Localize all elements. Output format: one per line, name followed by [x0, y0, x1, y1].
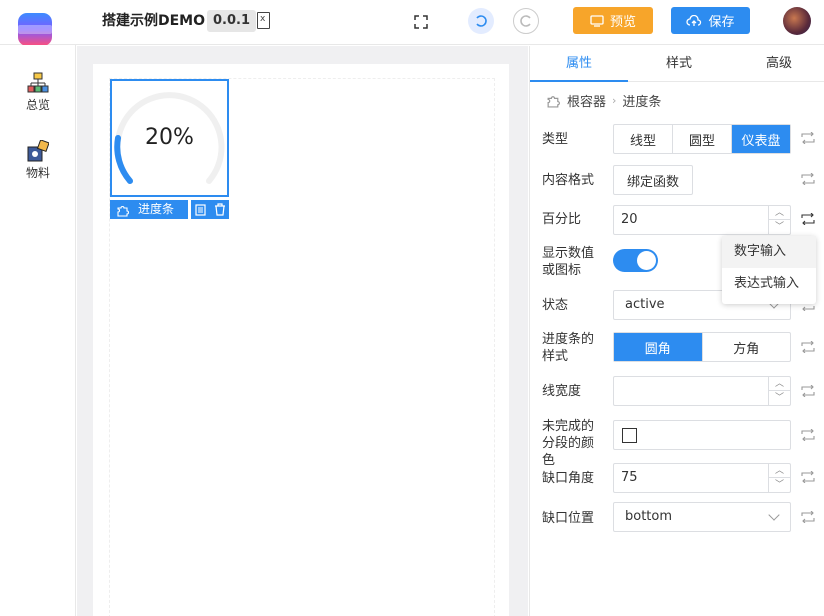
stroke-width-label: 线宽度 [542, 384, 582, 399]
progress-component[interactable]: 20% [110, 79, 229, 197]
binding-toggle-icon[interactable] [800, 510, 816, 524]
nav-label-materials: 物料 [25, 166, 50, 180]
percent-stepper[interactable]: ︿ ﹀ [768, 206, 790, 234]
left-nav: 总览 物料 [0, 45, 76, 616]
save-label: 保存 [708, 15, 735, 30]
tab-indicator [530, 80, 628, 82]
undo-icon[interactable] [468, 8, 494, 34]
version-badge: 0.0.1 [207, 10, 257, 32]
gap-position-label: 缺口位置 [542, 511, 595, 526]
gap-degree-stepper[interactable]: ︿ ﹀ [768, 464, 790, 492]
component-name: 进度条 [138, 202, 175, 216]
menu-item-number-input[interactable]: 数字输入 [722, 236, 816, 268]
binding-toggle-icon[interactable] [800, 131, 816, 145]
type-segmented: 线型 圆型 仪表盘 [613, 124, 791, 154]
copy-icon[interactable] [194, 203, 207, 216]
trail-color-label: 未完成的分段的颜色 [542, 419, 595, 468]
percent-input[interactable]: 20 ︿ ﹀ [613, 205, 791, 235]
trash-icon[interactable] [214, 203, 226, 216]
bind-function-button[interactable]: 绑定函数 [613, 165, 693, 195]
stroke-width-stepper[interactable]: ︿ ﹀ [768, 377, 790, 405]
nav-item-overview[interactable]: 总览 [0, 72, 76, 113]
binding-toggle-icon[interactable] [800, 172, 816, 186]
save-button[interactable]: 保存 [671, 7, 750, 34]
binding-toggle-icon[interactable] [800, 340, 816, 354]
app-root: 搭建示例DEMO 0.0.1 预览 保存 总览 物料 20% [0, 0, 824, 616]
type-option-line[interactable]: 线型 [614, 125, 673, 153]
gap-degree-value: 75 [621, 470, 638, 485]
cloud-upload-icon [686, 14, 702, 26]
chevron-right-icon: › [612, 93, 617, 107]
puzzle-outline-icon [547, 95, 560, 108]
gap-position-select[interactable]: bottom [613, 502, 791, 532]
status-label: 状态 [542, 298, 569, 313]
canvas: 20% 进度条 [93, 64, 509, 616]
show-info-label: 显示数值或图标 [542, 246, 595, 278]
show-info-switch[interactable] [613, 249, 658, 272]
stroke-width-input[interactable]: ︿ ﹀ [613, 376, 791, 406]
panel-tabs: 属性 样式 高级 [530, 46, 824, 82]
tab-properties[interactable]: 属性 [530, 46, 628, 82]
linecap-option-square[interactable]: 方角 [703, 333, 791, 361]
menu-item-expression-input[interactable]: 表达式输入 [722, 268, 816, 300]
linecap-label: 进度条的样式 [542, 332, 595, 364]
gap-degree-input[interactable]: 75 ︿ ﹀ [613, 463, 791, 493]
type-option-circle[interactable]: 圆型 [673, 125, 732, 153]
redo-icon[interactable] [513, 8, 539, 34]
monitor-icon [590, 14, 604, 27]
breadcrumb: 根容器 › 进度条 [546, 90, 661, 110]
header: 搭建示例DEMO 0.0.1 预览 保存 [0, 0, 824, 46]
binding-toggle-icon[interactable] [800, 470, 816, 484]
avatar[interactable] [783, 7, 811, 35]
chevron-down-icon [768, 509, 780, 521]
gap-position-value: bottom [625, 509, 673, 524]
component-actions [191, 200, 229, 219]
preview-button[interactable]: 预览 [573, 7, 653, 34]
status-value: active [625, 297, 665, 312]
gap-degree-label: 缺口角度 [542, 471, 595, 486]
app-logo [18, 13, 52, 46]
sitemap-icon [27, 72, 49, 94]
binding-toggle-icon[interactable] [800, 212, 816, 226]
content-format-label: 内容格式 [542, 173, 595, 188]
linecap-segmented: 圆角 方角 [613, 332, 791, 362]
binding-toggle-icon[interactable] [800, 428, 816, 442]
component-label[interactable]: 进度条 [110, 200, 188, 219]
trail-color-picker[interactable] [613, 420, 791, 450]
app-title: 搭建示例DEMO [102, 13, 206, 29]
nav-label-overview: 总览 [25, 98, 50, 112]
tab-styles[interactable]: 样式 [630, 46, 728, 82]
binding-toggle-icon[interactable] [800, 384, 816, 398]
progress-text: 20% [145, 125, 194, 150]
color-swatch [622, 428, 637, 443]
breadcrumb-root[interactable]: 根容器 [567, 91, 606, 110]
export-file-icon[interactable] [257, 12, 270, 29]
linecap-option-round[interactable]: 圆角 [614, 333, 703, 361]
component-toolbar: 进度条 [110, 200, 229, 219]
tab-advanced[interactable]: 高级 [730, 46, 824, 82]
property-panel: 属性 样式 高级 根容器 › 进度条 类型 线型 圆型 仪表盘 内容格式 绑定函… [529, 46, 824, 616]
nav-item-materials[interactable]: 物料 [0, 139, 76, 181]
preview-label: 预览 [609, 15, 636, 30]
canvas-area: 20% 进度条 [77, 46, 528, 616]
percent-label: 百分比 [542, 212, 582, 227]
breadcrumb-current: 进度条 [622, 94, 662, 110]
type-label: 类型 [542, 132, 569, 147]
input-mode-dropdown: 数字输入 表达式输入 [722, 236, 816, 304]
type-option-dashboard[interactable]: 仪表盘 [732, 125, 790, 153]
fullscreen-icon[interactable] [408, 9, 434, 35]
percent-value: 20 [621, 212, 638, 227]
puzzle-icon [27, 139, 50, 162]
puzzle-outline-icon [117, 205, 129, 217]
